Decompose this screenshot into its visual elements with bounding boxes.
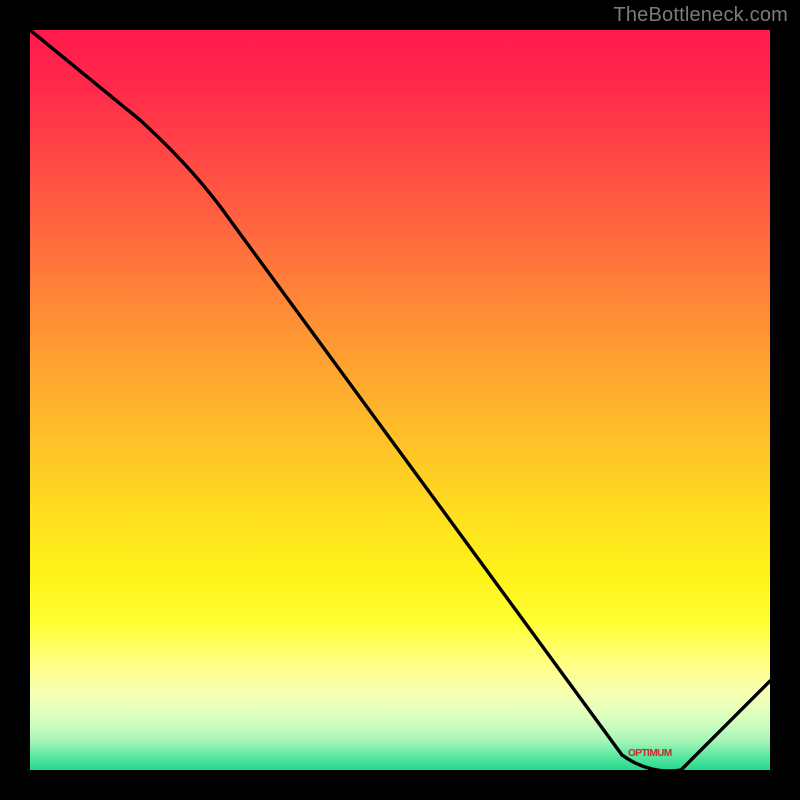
- attribution-text: TheBottleneck.com: [613, 4, 788, 27]
- chart-stage: TheBottleneck.com OPTIMUM: [0, 0, 800, 800]
- chart-curve: [30, 30, 770, 770]
- optimum-marker-label: OPTIMUM: [628, 748, 672, 759]
- chart-plot-area: OPTIMUM: [30, 30, 770, 770]
